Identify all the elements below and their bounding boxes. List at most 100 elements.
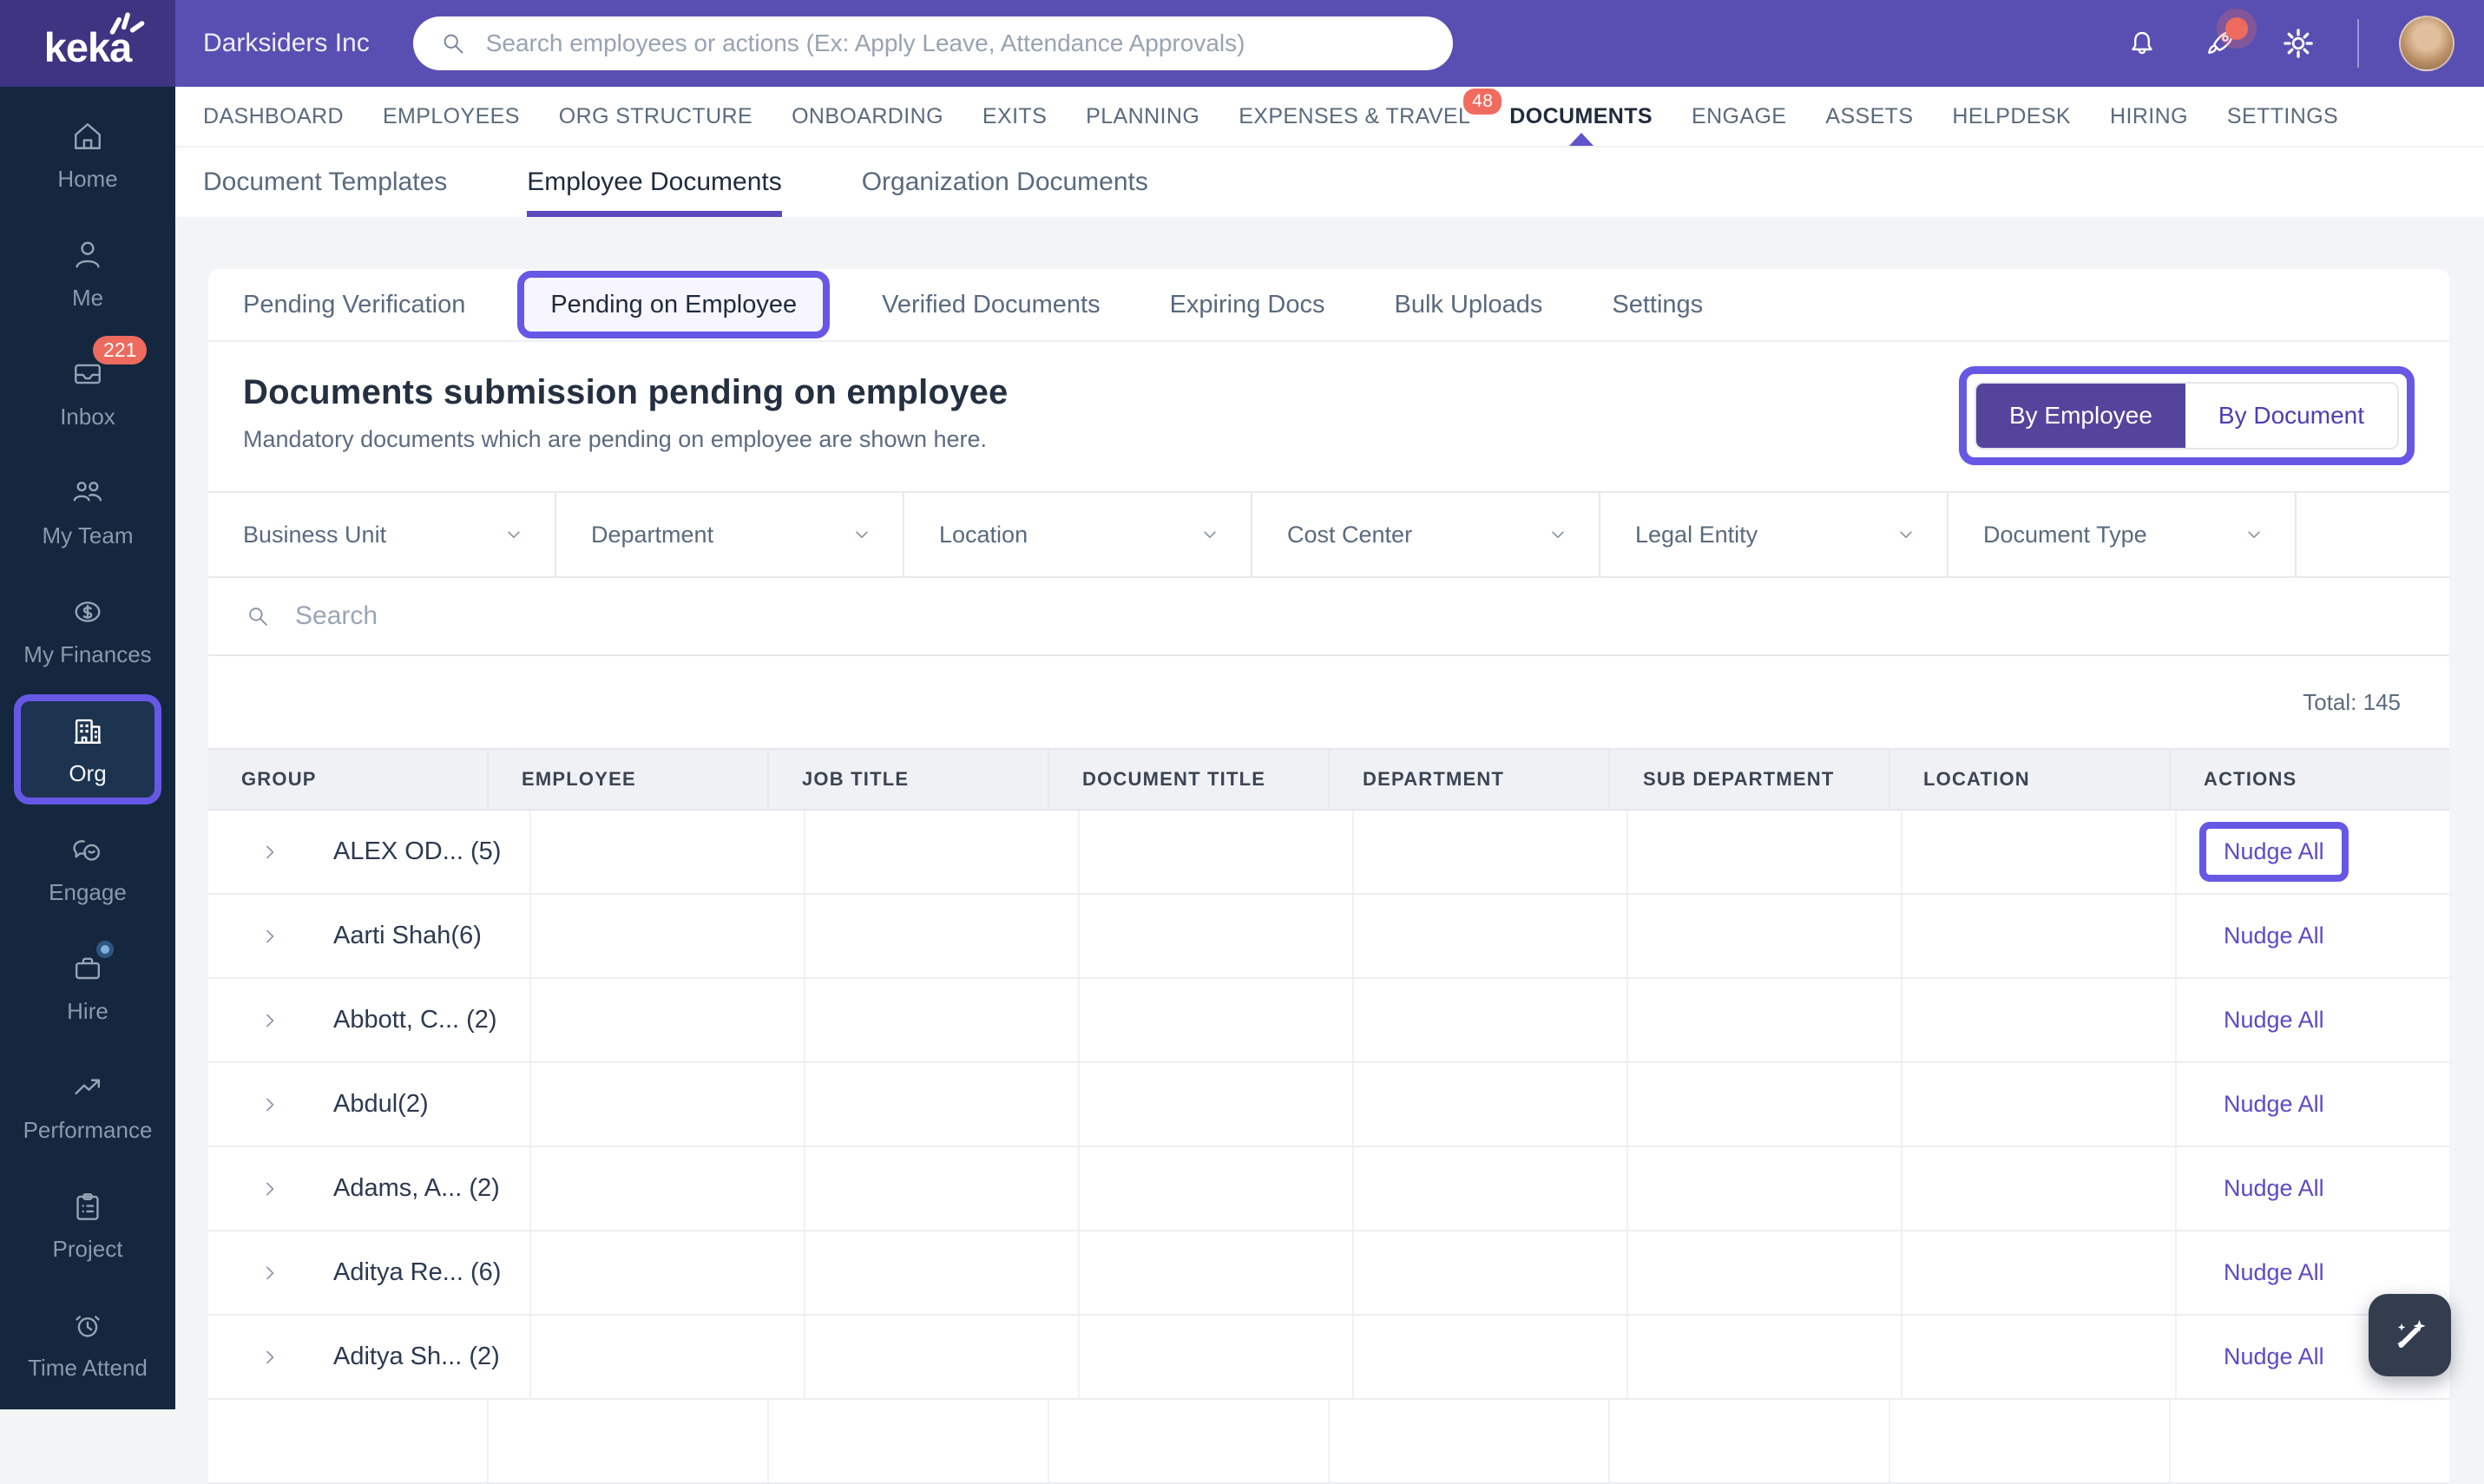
sidebar-item-project[interactable]: Project — [0, 1166, 175, 1284]
filter-document-type[interactable]: Document Type — [1948, 493, 2297, 576]
sidebar-item-me[interactable]: Me — [0, 214, 175, 333]
group-cell: Abdul(2) — [208, 1063, 531, 1146]
filter-location[interactable]: Location — [904, 493, 1252, 576]
nav-item-org-structure[interactable]: ORG STRUCTURE — [559, 87, 752, 146]
empty-cell — [1902, 1316, 2177, 1398]
chevron-right-icon[interactable] — [257, 1092, 283, 1118]
sidebar-item-my-finances[interactable]: My Finances — [0, 571, 175, 690]
list-search-input[interactable] — [295, 601, 2415, 631]
chevron-right-icon[interactable] — [257, 923, 283, 949]
nudge-all-link[interactable]: Nudge All — [2224, 1175, 2324, 1202]
nav-item-employees[interactable]: EMPLOYEES — [383, 87, 520, 146]
filter-label: Legal Entity — [1635, 521, 1758, 548]
chevron-down-icon — [2241, 522, 2267, 548]
nudge-all-link[interactable]: Nudge All — [2224, 1343, 2324, 1370]
table-row: Aditya Sh... (2) Nudge All — [208, 1316, 2449, 1400]
notifications-bell-icon[interactable] — [2123, 24, 2161, 62]
empty-cell — [1354, 1147, 1628, 1230]
nav-item-label: ORG STRUCTURE — [558, 103, 753, 128]
sidebar-item-engage[interactable]: Engage — [0, 809, 175, 928]
toggle-by-document[interactable]: By Document — [2185, 384, 2397, 448]
subnav-item-employee-documents[interactable]: Employee Documents — [527, 148, 782, 217]
sidebar-item-home[interactable]: Home — [0, 95, 175, 214]
group-cell: Aditya Sh... (2) — [208, 1316, 531, 1398]
tab-pending-verification[interactable]: Pending Verification — [243, 291, 465, 319]
nav-item-onboarding[interactable]: ONBOARDING — [792, 87, 943, 146]
tab-bulk-uploads[interactable]: Bulk Uploads — [1394, 291, 1542, 319]
nav-item-planning[interactable]: PLANNING — [1086, 87, 1199, 146]
empty-cell — [1080, 1063, 1354, 1146]
empty-cell — [1890, 1400, 2171, 1482]
chevron-right-icon[interactable] — [257, 839, 283, 865]
ai-assistant-button[interactable] — [2369, 1294, 2451, 1376]
nav-item-label: HELPDESK — [1952, 103, 2072, 128]
filter-department[interactable]: Department — [556, 493, 904, 576]
performance-icon — [69, 1068, 107, 1106]
empty-cell — [1628, 1147, 1902, 1230]
sidebar-item-time-attend[interactable]: Time Attend — [0, 1284, 175, 1403]
sidebar-item-inbox[interactable]: 221 Inbox — [0, 333, 175, 452]
nav-item-documents[interactable]: DOCUMENTS — [1509, 87, 1653, 146]
toggle-by-employee[interactable]: By Employee — [1975, 384, 2185, 448]
tab-pending-on-employee[interactable]: Pending on Employee — [550, 291, 797, 319]
nav-item-assets[interactable]: ASSETS — [1825, 87, 1913, 146]
nav-item-helpdesk[interactable]: HELPDESK — [1952, 87, 2071, 146]
empty-cell — [805, 1063, 1080, 1146]
nudge-all-link[interactable]: Nudge All — [2224, 1259, 2324, 1286]
table-row-partial — [208, 1400, 2449, 1484]
empty-cell — [1354, 811, 1628, 893]
sidebar-item-body: My Team — [0, 469, 175, 555]
settings-gear-icon[interactable] — [2279, 24, 2317, 62]
group-name: Abdul(2) — [333, 1090, 429, 1118]
global-search[interactable] — [412, 16, 1453, 70]
actions-cell: Nudge All — [2177, 1147, 2449, 1230]
group-cell: Abbott, C... (2) — [208, 979, 531, 1061]
filter-business-unit[interactable]: Business Unit — [208, 493, 556, 576]
chevron-down-icon — [1893, 522, 1919, 548]
nudge-all-link[interactable]: Nudge All — [2224, 1007, 2324, 1034]
actions-cell: Nudge All — [2177, 895, 2449, 977]
tab-expiring-docs[interactable]: Expiring Docs — [1170, 291, 1325, 319]
empty-cell — [1080, 895, 1354, 977]
global-search-input[interactable] — [485, 30, 1429, 57]
nav-item-dashboard[interactable]: DASHBOARD — [203, 87, 344, 146]
nav-item-engage[interactable]: ENGAGE — [1692, 87, 1786, 146]
nav-item-settings[interactable]: SETTINGS — [2227, 87, 2338, 146]
empty-cell — [1354, 979, 1628, 1061]
filter-cost-center[interactable]: Cost Center — [1252, 493, 1600, 576]
sidebar-item-hire[interactable]: Hire — [0, 928, 175, 1047]
table-row: Aditya Re... (6) Nudge All — [208, 1231, 2449, 1316]
filter-bar-spacer — [2297, 493, 2449, 576]
sidebar-item-label: Hire — [67, 998, 108, 1024]
subnav-item-organization-documents[interactable]: Organization Documents — [862, 148, 1148, 217]
sidebar-item-my-team[interactable]: My Team — [0, 452, 175, 571]
keka-logo[interactable]: keka — [0, 0, 175, 87]
nudge-all-link[interactable]: Nudge All — [2224, 923, 2324, 949]
group-name: Adams, A... (2) — [333, 1174, 500, 1202]
chevron-right-icon[interactable] — [257, 1176, 283, 1202]
nav-item-expenses-travel[interactable]: EXPENSES & TRAVEL 48 — [1239, 87, 1502, 146]
chevron-right-icon[interactable] — [257, 1344, 283, 1370]
whats-new-rocket-icon[interactable] — [2201, 17, 2248, 62]
tab-settings[interactable]: Settings — [1612, 291, 1703, 319]
documents-subnav: Document Templates Employee Documents Orga… — [175, 148, 2484, 217]
nav-item-exits[interactable]: EXITS — [982, 87, 1047, 146]
filter-legal-entity[interactable]: Legal Entity — [1600, 493, 1948, 576]
actions-cell: Nudge All — [2177, 979, 2449, 1061]
tab-verified-documents[interactable]: Verified Documents — [882, 291, 1100, 319]
nudge-all-link[interactable]: Nudge All — [2224, 1091, 2324, 1118]
chevron-right-icon[interactable] — [257, 1008, 283, 1034]
subnav-item-label: Employee Documents — [527, 167, 782, 196]
filter-label: Business Unit — [243, 521, 387, 548]
sidebar-item-org[interactable]: Org — [0, 690, 175, 809]
documents-card: Pending Verification Pending on Employee V… — [208, 269, 2449, 1484]
content-area: Pending Verification Pending on Employee V… — [175, 217, 2484, 1484]
subnav-item-document-templates[interactable]: Document Templates — [203, 148, 447, 217]
nav-item-hiring[interactable]: HIRING — [2110, 87, 2188, 146]
user-avatar[interactable] — [2399, 16, 2454, 71]
engage-icon — [69, 831, 107, 869]
nudge-all-link[interactable]: Nudge All — [2224, 838, 2324, 865]
sidebar-item-performance[interactable]: Performance — [0, 1047, 175, 1166]
chevron-right-icon[interactable] — [257, 1260, 283, 1286]
list-search[interactable] — [208, 578, 2449, 656]
